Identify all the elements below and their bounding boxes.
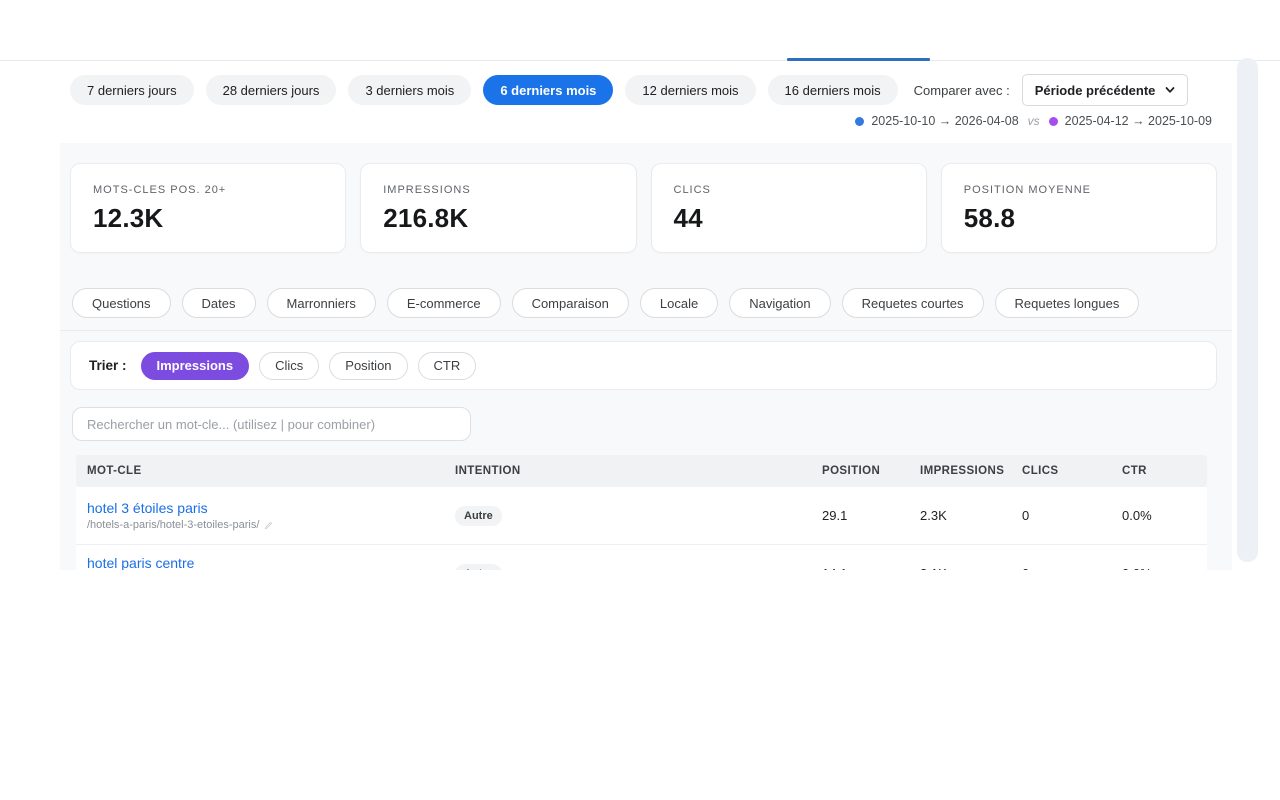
period-button-16-mois[interactable]: 16 derniers mois (768, 75, 898, 105)
metric-value: 58.8 (964, 203, 1194, 234)
metric-card-clics: CLICS 44 (651, 163, 927, 253)
sort-label: Trier : (89, 358, 127, 373)
column-header-position[interactable]: POSITION (822, 465, 920, 477)
column-header-clics[interactable]: CLICS (1022, 465, 1122, 477)
category-pill-requetes-courtes[interactable]: Requetes courtes (842, 288, 984, 318)
content-panel: MOTS-CLES POS. 20+ 12.3K IMPRESSIONS 216… (60, 143, 1232, 570)
period-filter-row: 7 derniers jours 28 derniers jours 3 der… (70, 74, 1188, 106)
column-header-intention[interactable]: INTENTION (455, 465, 822, 477)
metric-label: CLICS (674, 184, 904, 196)
section-divider (60, 330, 1232, 331)
category-pill-ecommerce[interactable]: E-commerce (387, 288, 501, 318)
chevron-down-icon (1165, 85, 1175, 95)
sort-pill-clics[interactable]: Clics (259, 352, 319, 380)
keyword-link[interactable]: hotel paris centre (87, 555, 455, 570)
page: 7 derniers jours 28 derniers jours 3 der… (0, 0, 1280, 800)
category-pill-locale[interactable]: Locale (640, 288, 718, 318)
clics-cell: 0 (1022, 508, 1122, 523)
metric-card-mots-cles: MOTS-CLES POS. 20+ 12.3K (70, 163, 346, 253)
impressions-cell: 2.1K (920, 566, 1022, 570)
period-filter-band: 7 derniers jours 28 derniers jours 3 der… (0, 61, 1280, 143)
period-button-12-mois[interactable]: 12 derniers mois (625, 75, 755, 105)
compare-period-select[interactable]: Période précédente (1022, 74, 1189, 106)
category-pill-questions[interactable]: Questions (72, 288, 171, 318)
metric-value: 216.8K (383, 203, 613, 234)
sort-pill-position[interactable]: Position (329, 352, 407, 380)
keywords-table: MOT-CLE INTENTION POSITION IMPRESSIONS C… (76, 455, 1207, 570)
metric-label: POSITION MOYENNE (964, 184, 1194, 196)
metric-card-position-moyenne: POSITION MOYENNE 58.8 (941, 163, 1217, 253)
column-header-impressions[interactable]: IMPRESSIONS (920, 465, 1022, 477)
edit-pencil-icon[interactable] (264, 521, 273, 530)
ctr-cell: 0.0% (1122, 566, 1207, 570)
keyword-search-input[interactable] (72, 407, 471, 441)
compare-period-value: Période précédente (1035, 83, 1156, 98)
ctr-cell: 0.0% (1122, 508, 1207, 523)
table-row: hotel 3 étoiles paris /hotels-a-paris/ho… (76, 487, 1207, 545)
vs-label: vs (1028, 114, 1040, 128)
table-header-row: MOT-CLE INTENTION POSITION IMPRESSIONS C… (76, 455, 1207, 487)
category-pill-dates[interactable]: Dates (182, 288, 256, 318)
compare-with-label: Comparer avec : (914, 83, 1010, 98)
impressions-cell: 2.3K (920, 508, 1022, 523)
category-pill-requetes-longues[interactable]: Requetes longues (995, 288, 1140, 318)
keyword-url-text: /hotels-a-paris/hotel-3-etoiles-paris/ (87, 519, 259, 531)
intention-cell: Autre (455, 506, 822, 526)
current-period-range: 2025-10-10 → 2026-04-08 (871, 114, 1018, 128)
metric-cards: MOTS-CLES POS. 20+ 12.3K IMPRESSIONS 216… (70, 163, 1217, 253)
keyword-cell: hotel paris centre (87, 545, 455, 570)
metric-label: IMPRESSIONS (383, 184, 613, 196)
column-header-mot-cle[interactable]: MOT-CLE (87, 465, 455, 477)
intention-badge: Autre (455, 564, 502, 571)
previous-period-range: 2025-04-12 → 2025-10-09 (1065, 114, 1212, 128)
column-header-ctr[interactable]: CTR (1122, 465, 1207, 477)
keyword-link[interactable]: hotel 3 étoiles paris (87, 500, 455, 516)
intention-badge: Autre (455, 506, 502, 526)
current-period-dot-icon (855, 117, 864, 126)
period-button-7-jours[interactable]: 7 derniers jours (70, 75, 194, 105)
category-pill-navigation[interactable]: Navigation (729, 288, 830, 318)
category-pill-comparaison[interactable]: Comparaison (512, 288, 629, 318)
position-cell: 14.1 (822, 566, 920, 570)
category-pill-marronniers[interactable]: Marronniers (267, 288, 376, 318)
comparison-legend: 2025-10-10 → 2026-04-08 vs 2025-04-12 → … (855, 114, 1212, 128)
sort-pill-impressions[interactable]: Impressions (141, 352, 250, 380)
clics-cell: 0 (1022, 566, 1122, 570)
top-tab-strip (0, 0, 1280, 61)
sort-pill-ctr[interactable]: CTR (418, 352, 477, 380)
metric-value: 12.3K (93, 203, 323, 234)
category-filter-row: Questions Dates Marronniers E-commerce C… (72, 288, 1139, 318)
table-row: hotel paris centre Autre 14.1 2.1K 0 0.0… (76, 545, 1207, 570)
metric-label: MOTS-CLES POS. 20+ (93, 184, 323, 196)
sort-bar: Trier : Impressions Clics Position CTR (70, 341, 1217, 390)
keyword-url: /hotels-a-paris/hotel-3-etoiles-paris/ (87, 519, 455, 531)
keyword-search (72, 407, 471, 441)
period-button-6-mois[interactable]: 6 derniers mois (483, 75, 613, 105)
keyword-cell: hotel 3 étoiles paris /hotels-a-paris/ho… (87, 500, 455, 531)
position-cell: 29.1 (822, 508, 920, 523)
metric-value: 44 (674, 203, 904, 234)
metric-card-impressions: IMPRESSIONS 216.8K (360, 163, 636, 253)
previous-period-dot-icon (1049, 117, 1058, 126)
intention-cell: Autre (455, 564, 822, 571)
vertical-scrollbar[interactable] (1237, 58, 1258, 562)
period-button-28-jours[interactable]: 28 derniers jours (206, 75, 337, 105)
period-button-3-mois[interactable]: 3 derniers mois (348, 75, 471, 105)
